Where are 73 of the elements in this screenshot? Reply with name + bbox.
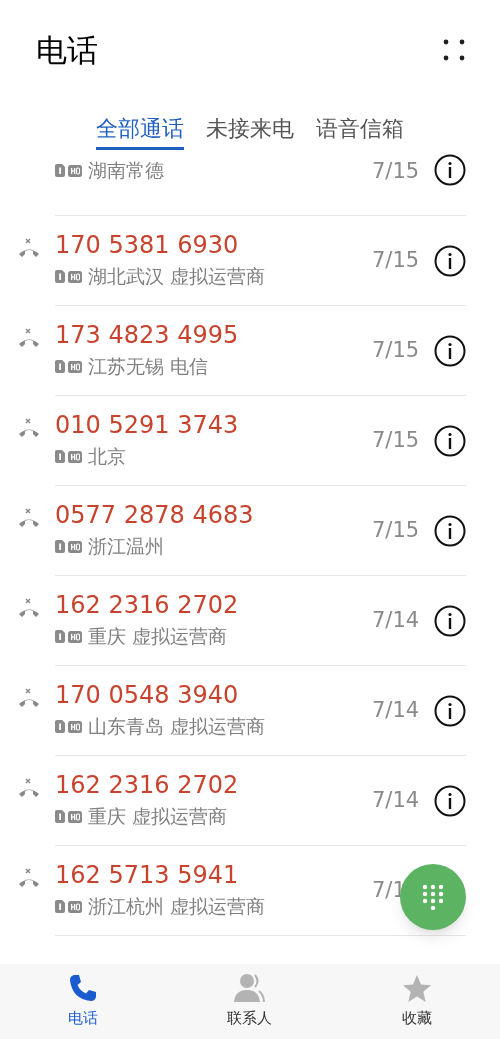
phone-number: 0577 2878 4683 xyxy=(55,500,254,531)
info-icon[interactable] xyxy=(434,784,466,817)
phone-number: 010 5291 3743 xyxy=(55,410,239,441)
sim-icon xyxy=(55,540,65,553)
call-location: 重庆 虚拟运营商 xyxy=(88,804,228,830)
missed-call-icon xyxy=(17,237,41,259)
call-date: 7/14 xyxy=(372,696,421,724)
hd-icon xyxy=(68,720,82,733)
call-date: 7/1 xyxy=(372,876,407,904)
missed-call-icon xyxy=(17,597,41,619)
call-location: 江苏无锡 电信 xyxy=(88,354,209,380)
call-location: 湖北武汉 虚拟运营商 xyxy=(88,264,266,290)
missed-call-icon xyxy=(17,687,41,709)
phone-number: 170 5381 6930 xyxy=(55,230,239,261)
hd-icon xyxy=(68,630,82,643)
sim-icon xyxy=(55,270,65,283)
phone-number: 162 2316 2702 xyxy=(55,770,239,801)
call-date: 7/15 xyxy=(372,158,421,185)
call-date: 7/14 xyxy=(372,606,421,634)
call-location: 湖南常德 xyxy=(88,158,164,184)
info-icon[interactable] xyxy=(434,604,466,637)
tab[interactable]: 语音信箱 xyxy=(316,110,404,150)
call-date: 7/15 xyxy=(372,336,421,364)
call-location: 北京 xyxy=(88,444,126,470)
phone-number: 170 0548 3940 xyxy=(55,680,239,711)
call-location: 重庆 虚拟运营商 xyxy=(88,624,228,650)
missed-call-icon xyxy=(17,327,41,349)
hd-icon xyxy=(68,360,82,373)
missed-call-icon xyxy=(17,417,41,439)
dialpad-icon xyxy=(422,884,444,910)
contacts-icon xyxy=(234,973,266,1004)
missed-call-icon xyxy=(17,867,41,889)
page-title: 电话 xyxy=(36,30,98,70)
info-icon[interactable] xyxy=(434,244,466,277)
nav-tab[interactable]: 电话 xyxy=(33,973,134,1030)
info-icon[interactable] xyxy=(434,154,466,186)
phone-number: 173 4823 4995 xyxy=(55,320,239,351)
more-icon[interactable] xyxy=(442,38,466,62)
hd-icon xyxy=(68,164,82,177)
call-location: 山东青岛 虚拟运营商 xyxy=(88,714,266,740)
call-date: 7/14 xyxy=(372,786,421,814)
sim-icon xyxy=(55,810,65,823)
sim-icon xyxy=(55,630,65,643)
info-icon[interactable] xyxy=(434,334,466,367)
missed-call-icon xyxy=(17,507,41,529)
dialpad-button[interactable] xyxy=(400,864,466,930)
call-date: 7/15 xyxy=(372,246,421,274)
call-location: 浙江温州 xyxy=(88,534,164,560)
sim-icon xyxy=(55,720,65,733)
hd-icon xyxy=(68,450,82,463)
call-location: 浙江杭州 虚拟运营商 xyxy=(88,894,266,920)
tab[interactable]: 全部通话 xyxy=(96,110,184,150)
call-date: 7/15 xyxy=(372,426,421,454)
nav-tab[interactable]: 联系人 xyxy=(200,973,300,1030)
phone-number: 162 5713 5941 xyxy=(55,860,239,891)
phone-icon xyxy=(68,973,99,1004)
hd-icon xyxy=(68,900,82,913)
sim-icon xyxy=(55,164,65,177)
info-icon[interactable] xyxy=(434,424,466,457)
sim-icon xyxy=(55,450,65,463)
phone-number: 162 2316 2702 xyxy=(55,590,239,621)
info-icon[interactable] xyxy=(434,694,466,727)
hd-icon xyxy=(68,270,82,283)
sim-icon xyxy=(55,900,65,913)
missed-call-icon xyxy=(17,777,41,799)
sim-icon xyxy=(55,360,65,373)
tab[interactable]: 未接来电 xyxy=(206,110,294,150)
hd-icon xyxy=(68,540,82,553)
call-date: 7/15 xyxy=(372,516,421,544)
info-icon[interactable] xyxy=(434,514,466,547)
hd-icon xyxy=(68,810,82,823)
star-icon xyxy=(401,973,432,1003)
nav-tab[interactable]: 收藏 xyxy=(366,973,467,1030)
